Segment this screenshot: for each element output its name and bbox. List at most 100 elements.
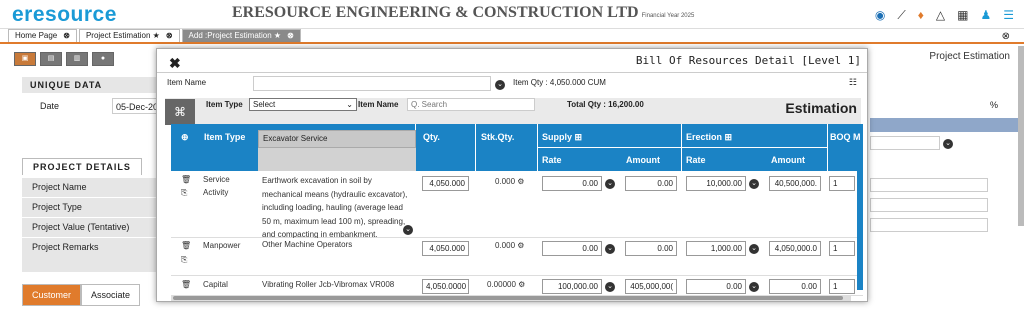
date-label: Date: [40, 101, 60, 111]
boq-input[interactable]: 1: [829, 279, 855, 294]
header-erection[interactable]: Erection ⊞: [686, 132, 732, 143]
trash-icon[interactable]: 🗑: [181, 241, 191, 250]
save-icon[interactable]: ▤: [40, 52, 62, 66]
supply-rate-input[interactable]: 0.00: [542, 176, 602, 191]
tab-project-estimation[interactable]: Project Estimation ★ ⊗: [78, 29, 180, 42]
filter-icon[interactable]: ⌘: [165, 99, 195, 125]
bill-of-resources-modal: ✖ Bill Of Resources Detail [Level 1] Ite…: [156, 48, 868, 302]
erection-amount[interactable]: 4,050,000.0: [769, 241, 821, 256]
new-icon[interactable]: ▣: [14, 52, 36, 66]
tab-home[interactable]: Home Page ⊗: [8, 29, 77, 42]
right-field[interactable]: [870, 218, 988, 232]
scrollbar-thumb[interactable]: [173, 296, 843, 300]
chevron-down-icon[interactable]: ⌄: [495, 78, 505, 90]
right-field[interactable]: [870, 136, 940, 150]
top-icons: ◉ ⟋ ♦ △ ▦ ♟ ☰: [875, 8, 1014, 23]
row-description: Earthwork excavation in soil by mechanic…: [262, 176, 408, 239]
item-name-dropdown[interactable]: Excavator Service: [258, 130, 416, 148]
erection-amount[interactable]: 40,500,000.: [769, 176, 821, 191]
header-supply[interactable]: Supply ⊞: [542, 132, 582, 143]
chart-icon[interactable]: ⟋: [897, 8, 905, 23]
erection-rate-input[interactable]: 0.00: [686, 279, 746, 294]
dashboard-icon[interactable]: ◉: [875, 8, 885, 23]
project-remarks-label: Project Remarks: [22, 238, 172, 272]
project-value-label: Project Value (Tentative): [22, 218, 172, 237]
header-divider: [537, 147, 827, 148]
stock-icon: ⚙: [517, 177, 525, 186]
location-icon[interactable]: ♦: [918, 8, 924, 23]
supply-rate-input[interactable]: 0.00: [542, 241, 602, 256]
logo: eresource: [12, 3, 117, 26]
chevron-down-icon[interactable]: ⌄: [943, 137, 953, 149]
apps-icon[interactable]: ▦: [957, 8, 968, 23]
chevron-down-icon[interactable]: ⌄: [605, 243, 615, 254]
print-icon[interactable]: ▥: [66, 52, 88, 66]
header-stk-qty: Stk.Qty.: [481, 132, 515, 142]
toolbar: ▣ ▤ ▥ ●: [14, 52, 114, 66]
copy-icon[interactable]: ⎘: [181, 255, 187, 265]
project-type-label: Project Type: [22, 198, 172, 217]
tab-project-details[interactable]: PROJECT DETAILS: [22, 158, 142, 175]
bell-icon[interactable]: △: [936, 8, 945, 23]
supply-rate-input[interactable]: 100,000.00: [542, 279, 602, 294]
menu-icon[interactable]: ☰: [1003, 8, 1014, 23]
close-all-icon[interactable]: ⊗: [1002, 31, 1010, 42]
right-strip: [870, 118, 1018, 132]
close-icon[interactable]: ⊗: [166, 30, 173, 42]
trash-icon[interactable]: 🗑: [181, 175, 191, 184]
tab-add-project-estimation[interactable]: Add :Project Estimation ★ ⊗: [181, 29, 301, 42]
boq-input[interactable]: 1: [829, 241, 855, 256]
trash-icon[interactable]: 🗑: [181, 280, 191, 289]
erection-rate-input[interactable]: 1,000.00: [686, 241, 746, 256]
chevron-down-icon[interactable]: ⌄: [749, 281, 759, 292]
chevron-down-icon[interactable]: ⌄: [403, 224, 413, 235]
tab-bar: Home Page ⊗ Project Estimation ★ ⊗ Add :Pr…: [0, 29, 1024, 44]
qty-input[interactable]: 4,050.000: [422, 241, 469, 256]
boq-input[interactable]: 1: [829, 176, 855, 191]
stk-qty: 0.000 ⚙: [495, 241, 525, 250]
header-supply-amount: Amount: [626, 155, 660, 165]
header-supply-rate: Rate: [542, 155, 562, 165]
chevron-down-icon[interactable]: ⌄: [749, 243, 759, 254]
chevron-down-icon[interactable]: ⌄: [605, 281, 615, 292]
list-icon[interactable]: ☷: [849, 77, 857, 88]
close-icon[interactable]: ⊗: [63, 30, 70, 42]
supply-amount[interactable]: 405,000,00(: [625, 279, 677, 294]
tab-customer[interactable]: Customer: [22, 284, 82, 306]
item-qty: Item Qty : 4,050.000 CUM: [513, 78, 606, 87]
chevron-down-icon[interactable]: ⌄: [749, 178, 759, 189]
row-description: Other Machine Operators: [262, 240, 353, 249]
col-divider: [681, 124, 682, 171]
qty-input[interactable]: 4,050.000: [422, 176, 469, 191]
header-erection-rate: Rate: [686, 155, 706, 165]
link-icon[interactable]: %: [990, 100, 998, 110]
close-icon[interactable]: ⊗: [287, 30, 294, 42]
item-type-select[interactable]: Select ⌄: [249, 98, 357, 111]
right-field[interactable]: [870, 178, 988, 192]
project-name-label: Project Name: [22, 178, 172, 197]
page-scrollbar[interactable]: [1018, 46, 1024, 226]
tab-associate[interactable]: Associate: [81, 284, 141, 306]
row-type: Service: [203, 175, 230, 184]
table-vertical-scrollbar[interactable]: [857, 150, 863, 290]
copy-icon[interactable]: ⎘: [181, 188, 187, 198]
stk-qty: 0.00000 ⚙: [487, 280, 526, 289]
supply-amount[interactable]: 0.00: [625, 176, 677, 191]
item-name-input[interactable]: [253, 76, 491, 91]
settings-icon[interactable]: ●: [92, 52, 114, 66]
row-description: Vibrating Roller Jcb-Vibromax VR008 12To…: [262, 280, 395, 294]
chevron-down-icon[interactable]: ⌄: [605, 178, 615, 189]
financial-year: Financial Year 2025: [641, 13, 695, 19]
header-qty: Qty.: [423, 132, 440, 142]
page-title: Project Estimation: [929, 51, 1010, 62]
search-input[interactable]: Q. Search: [407, 98, 535, 111]
close-icon[interactable]: ✖: [169, 55, 181, 72]
add-row-icon[interactable]: ⊕: [181, 132, 189, 143]
erection-rate-input[interactable]: 10,000.00: [686, 176, 746, 191]
supply-amount[interactable]: 0.00: [625, 241, 677, 256]
row-type: Manpower: [203, 241, 241, 250]
users-icon[interactable]: ♟: [980, 8, 991, 23]
right-field[interactable]: [870, 198, 988, 212]
erection-amount[interactable]: 0.00: [769, 279, 821, 294]
qty-input[interactable]: 4,050.0000: [422, 279, 469, 294]
